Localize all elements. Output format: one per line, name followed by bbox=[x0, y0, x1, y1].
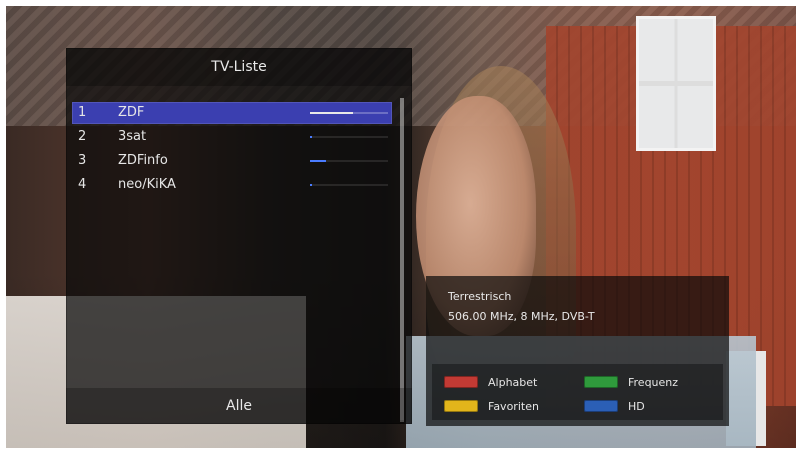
channel-name: neo/KiKA bbox=[118, 177, 176, 192]
channel-row[interactable]: 3 ZDFinfo bbox=[72, 150, 392, 172]
signal-bar bbox=[310, 160, 388, 162]
channel-number: 2 bbox=[78, 129, 87, 144]
signal-bar bbox=[310, 112, 388, 114]
signal-fill bbox=[310, 112, 353, 114]
signal-fill bbox=[310, 136, 312, 138]
tv-screen: TV-Liste 1 ZDF 2 3sat 3 ZDFinfo 4 neo/Ki… bbox=[6, 6, 796, 448]
channel-list: 1 ZDF 2 3sat 3 ZDFinfo 4 neo/KiKA bbox=[72, 102, 392, 198]
red-button-icon bbox=[444, 376, 478, 388]
channel-row[interactable]: 4 neo/KiKA bbox=[72, 174, 392, 196]
yellow-button-icon bbox=[444, 400, 478, 412]
scroll-thumb[interactable] bbox=[400, 98, 404, 422]
legend-label: Favoriten bbox=[488, 399, 539, 413]
channel-name: ZDF bbox=[118, 105, 145, 120]
channel-name: 3sat bbox=[118, 129, 147, 144]
channel-name: ZDFinfo bbox=[118, 153, 168, 168]
favorites-key[interactable]: Favoriten bbox=[444, 398, 539, 414]
sort-alphabet-key[interactable]: Alphabet bbox=[444, 374, 537, 390]
green-button-icon bbox=[584, 376, 618, 388]
signal-bar bbox=[310, 136, 388, 138]
channel-number: 1 bbox=[78, 105, 87, 120]
channel-number: 3 bbox=[78, 153, 87, 168]
signal-bar bbox=[310, 184, 388, 186]
channel-list-title: TV-Liste bbox=[66, 48, 412, 86]
list-filter-label[interactable]: Alle bbox=[66, 388, 412, 424]
channel-row[interactable]: 1 ZDF bbox=[72, 102, 392, 124]
background-window bbox=[636, 16, 716, 151]
frequency-details: 506.00 MHz, 8 MHz, DVB-T bbox=[448, 310, 595, 323]
channel-list-scrollbar[interactable] bbox=[400, 98, 404, 422]
sort-frequency-key[interactable]: Frequenz bbox=[584, 374, 678, 390]
channel-number: 4 bbox=[78, 177, 87, 192]
info-and-legend-box: Terrestrisch 506.00 MHz, 8 MHz, DVB-T Al… bbox=[426, 276, 729, 426]
tuner-type: Terrestrisch bbox=[448, 290, 512, 303]
signal-fill bbox=[310, 160, 326, 162]
legend-label: Alphabet bbox=[488, 375, 538, 389]
signal-fill bbox=[310, 184, 312, 186]
hd-key[interactable]: HD bbox=[584, 398, 645, 414]
legend-label: Frequenz bbox=[628, 375, 679, 389]
channel-row[interactable]: 2 3sat bbox=[72, 126, 392, 148]
legend-label: HD bbox=[628, 399, 645, 413]
channel-list-panel: TV-Liste 1 ZDF 2 3sat 3 ZDFinfo 4 neo/Ki… bbox=[66, 48, 412, 424]
blue-button-icon bbox=[584, 400, 618, 412]
color-key-legend: Alphabet Frequenz Favoriten HD bbox=[432, 364, 723, 420]
